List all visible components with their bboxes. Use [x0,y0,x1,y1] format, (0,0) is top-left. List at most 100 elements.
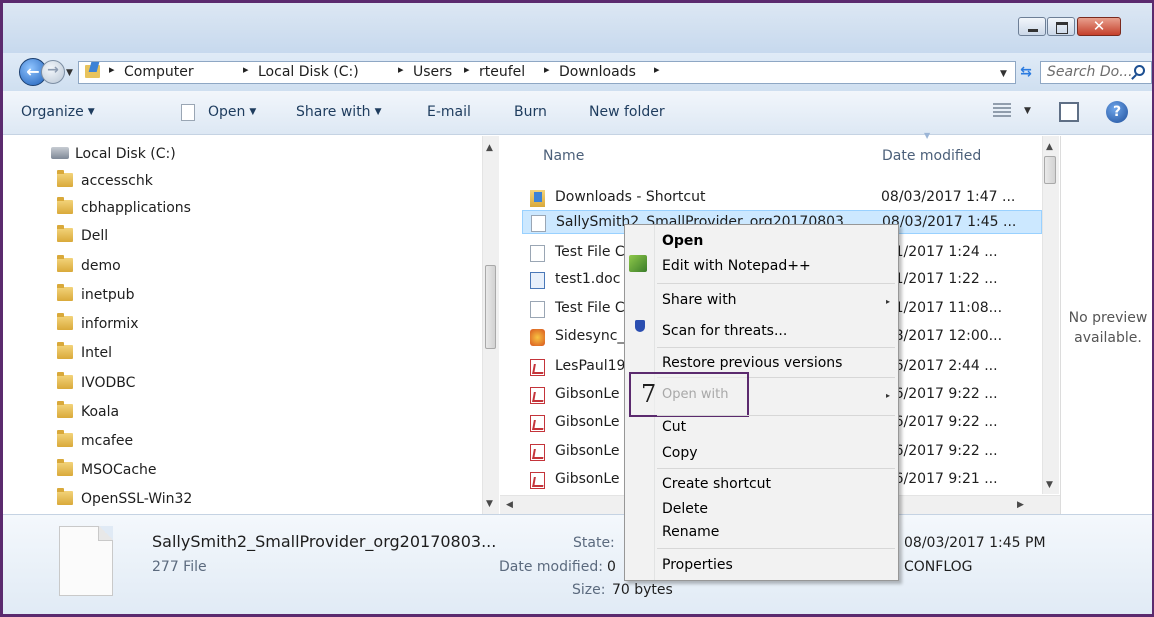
file-name: test1.doc [555,271,621,287]
menu-item-scan-for-threats[interactable]: Scan for threats... [662,323,787,339]
text-file-icon [530,245,545,262]
column-header-name[interactable]: Name [543,148,584,164]
nav-item-label: Local Disk (C:) [75,146,176,162]
menu-item-share-with[interactable]: Share with [662,292,737,308]
document-icon [181,104,195,121]
folder-icon [57,342,73,359]
scroll-down-arrow[interactable]: ▼ [486,499,493,509]
scroll-up-arrow[interactable]: ▲ [486,143,493,153]
new-folder-button[interactable]: New folder [589,104,665,120]
nav-folder[interactable]: Koala [57,401,119,426]
address-dropdown-arrow[interactable]: ▼ [1000,69,1007,79]
menu-item-cut[interactable]: Cut [662,419,686,435]
scroll-left-arrow[interactable]: ◀ [506,500,513,510]
forward-button[interactable]: → [41,60,65,84]
nav-folder-label: cbhapplications [81,200,191,216]
menu-item-create-shortcut[interactable]: Create shortcut [662,476,771,492]
notepad-plus-plus-icon [629,255,647,272]
menu-item-open[interactable]: Open [662,233,703,249]
file-list-scrollbar[interactable] [1042,136,1059,494]
chevron-down-icon: ▼ [87,107,95,117]
menu-item-properties[interactable]: Properties [662,557,733,573]
nav-folder[interactable]: demo [57,255,121,280]
breadcrumb-local-disk[interactable]: Local Disk (C:) [258,64,359,80]
file-row[interactable]: Downloads - Shortcut 08/03/2017 1:47 ... [522,186,1042,210]
help-icon[interactable]: ? [1106,101,1128,123]
breadcrumb-separator[interactable]: ▸ [464,63,470,76]
organize-button[interactable]: Organize ▼ [21,104,95,120]
details-state-label: State: [573,535,615,551]
recent-pages-dropdown[interactable]: ▼ [66,68,73,78]
close-button[interactable]: ✕ [1077,17,1121,36]
nav-folder-label: accesschk [81,173,153,189]
menu-item-rename[interactable]: Rename [662,524,719,540]
nav-folder[interactable]: Intel [57,342,112,367]
nav-folder[interactable]: mcafee [57,430,133,455]
breadcrumb-rteufel[interactable]: rteufel [479,64,525,80]
nav-folder[interactable]: cbhapplications [57,197,191,222]
menu-item-copy[interactable]: Copy [662,445,698,461]
file-name: Test File C [555,300,625,316]
nav-folder[interactable]: accesschk [57,170,153,195]
file-name: LesPaul19 [555,358,626,374]
breadcrumb-users[interactable]: Users [413,64,452,80]
breadcrumb-computer[interactable]: Computer [124,64,194,80]
refresh-button[interactable]: ⇆ [1012,60,1040,84]
address-row: ← → ▼ ▸ Computer ▸ Local Disk (C:) ▸ Use… [3,53,1152,91]
menu-separator [657,283,895,284]
share-with-button[interactable]: Share with ▼ [296,104,381,120]
pdf-icon [530,359,545,376]
pdf-icon [530,444,545,461]
search-input[interactable]: Search Do... [1040,61,1152,84]
nav-folder[interactable]: informix [57,313,139,338]
nav-folder-label: MSOCache [81,462,157,478]
breadcrumb-separator[interactable]: ▸ [544,63,550,76]
breadcrumb-separator[interactable]: ▸ [109,63,115,76]
open-button[interactable]: Open ▼ [208,104,256,120]
breadcrumb-downloads[interactable]: Downloads [559,64,636,80]
scroll-down-arrow[interactable]: ▼ [1046,480,1053,490]
menu-item-restore-previous-versions[interactable]: Restore previous versions [662,355,842,371]
open-label: Open [208,104,246,120]
pdf-icon [530,415,545,432]
menu-item-edit-with-notepad[interactable]: Edit with Notepad++ [662,258,811,274]
nav-item-local-disk[interactable]: Local Disk (C:) [51,146,176,168]
breadcrumb-separator[interactable]: ▸ [398,63,404,76]
preview-pane-toggle-icon[interactable] [1059,102,1079,122]
nav-folder[interactable]: inetpub [57,284,135,309]
view-dropdown-arrow[interactable]: ▼ [1024,106,1031,116]
search-icon[interactable] [1134,65,1145,76]
nav-folder[interactable]: OpenSSL-Win32 [57,488,192,513]
folder-icon [57,313,73,330]
text-file-icon [531,215,546,232]
file-name: Downloads - Shortcut [555,189,706,205]
close-icon: ✕ [1092,17,1106,35]
address-bar[interactable]: ▸ Computer ▸ Local Disk (C:) ▸ Users ▸ r… [78,61,1016,84]
burn-button[interactable]: Burn [514,104,547,120]
column-header-date-modified[interactable]: Date modified [882,148,981,164]
nav-folder[interactable]: MSOCache [57,459,157,484]
view-options-icon[interactable] [993,103,1011,119]
breadcrumb-separator[interactable]: ▸ [654,63,660,76]
menu-item-open-with[interactable]: Open with [662,387,728,402]
file-name: GibsonLe [555,443,620,459]
menu-item-delete[interactable]: Delete [662,501,708,517]
scroll-right-arrow[interactable]: ▶ [1017,500,1024,510]
file-name: GibsonLe [555,414,620,430]
menu-separator [657,415,895,416]
minimize-button[interactable] [1018,17,1046,36]
breadcrumb-separator[interactable]: ▸ [243,63,249,76]
organize-label: Organize [21,104,84,120]
details-owner: CONFLOG [904,559,973,575]
pdf-icon [530,387,545,404]
maximize-button[interactable] [1047,17,1075,36]
details-file-type: 277 File [152,559,207,575]
app-icon [530,329,545,346]
nav-folder[interactable]: IVODBC [57,372,135,397]
nav-scrollbar-thumb[interactable] [485,265,496,349]
scroll-up-arrow[interactable]: ▲ [1046,142,1053,152]
nav-folder[interactable]: Dell [57,225,108,250]
email-button[interactable]: E-mail [427,104,471,120]
file-list-scrollbar-thumb[interactable] [1044,156,1056,184]
preview-line-2: available. [1074,330,1142,346]
